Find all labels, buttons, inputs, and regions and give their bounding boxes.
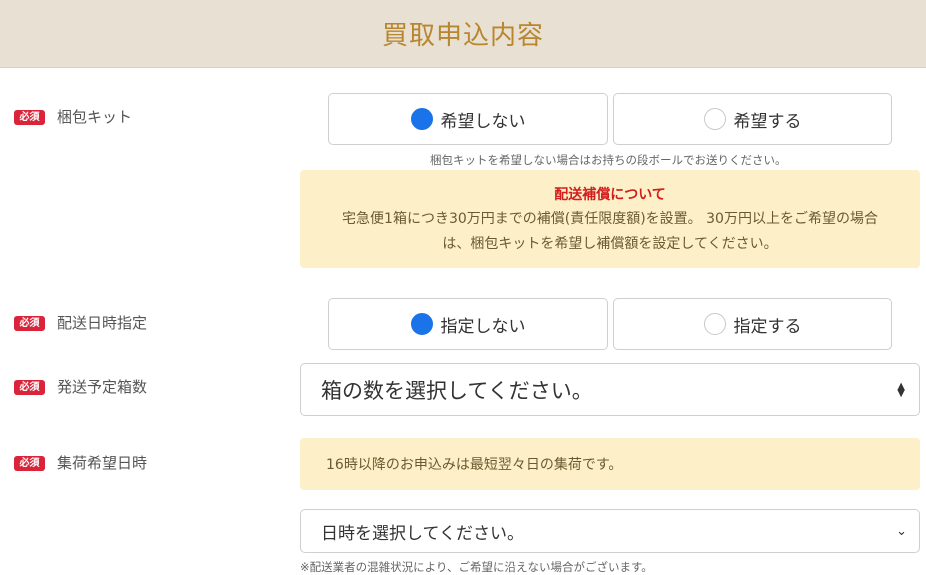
page-title: 買取申込内容 — [381, 21, 544, 51]
compensation-info-box: 配送補償について 宅急便1箱につき30万円までの補償(責任限度額)を設置。 30… — [300, 170, 920, 268]
radio-checked-icon — [410, 313, 433, 335]
pickup-info-text: 16時以降のお申込みは最短翌々日の集荷です。 — [326, 457, 623, 473]
delivery-date-label: 配送日時指定 — [57, 314, 148, 332]
kit-label: 梱包キット — [57, 108, 133, 126]
pickup-datetime-select-value: 日時を選択してください。 — [321, 523, 524, 544]
box-count-select[interactable]: 箱の数を選択してください。 ▲ ▼ — [300, 363, 920, 416]
compensation-title: 配送補償について — [554, 187, 666, 203]
kit-option-no[interactable]: 希望しない — [328, 93, 608, 145]
box-count-select-value: 箱の数を選択してください。 — [321, 378, 593, 403]
delivery-option-yes-label: 指定する — [733, 316, 802, 337]
compensation-line-2: は、梱包キットを希望し補償額を設定してください。 — [442, 236, 778, 252]
required-badge: 必須 — [14, 380, 45, 395]
compensation-line-1: 宅急便1箱につき30万円までの補償(責任限度額)を設置。 30万円以上をご希望の… — [342, 211, 878, 227]
pickup-datetime-select[interactable]: 日時を選択してください。 ⌄ — [300, 509, 920, 553]
radio-unchecked-icon — [703, 313, 726, 335]
pickup-info-box: 16時以降のお申込みは最短翌々日の集荷です。 — [300, 438, 920, 490]
chevron-down-icon: ⌄ — [896, 523, 907, 539]
page-header: 買取申込内容 — [0, 0, 926, 68]
delivery-option-no-label: 指定しない — [440, 316, 526, 337]
box-count-label: 発送予定箱数 — [57, 378, 148, 396]
pickup-note: ※配送業者の混雑状況により、ご希望に沿えない場合がございます。 — [300, 560, 653, 574]
required-badge: 必須 — [14, 316, 45, 331]
required-badge: 必須 — [14, 456, 45, 471]
radio-checked-icon — [410, 108, 433, 130]
kit-note: 梱包キットを希望しない場合はお持ちの段ボールでお送りください。 — [430, 153, 787, 167]
delivery-option-yes[interactable]: 指定する — [613, 298, 892, 350]
sort-arrows-icon: ▲ ▼ — [897, 380, 905, 399]
kit-option-yes[interactable]: 希望する — [613, 93, 892, 145]
required-badge: 必須 — [14, 110, 45, 125]
kit-option-no-label: 希望しない — [440, 111, 526, 132]
radio-unchecked-icon — [703, 108, 726, 130]
kit-option-yes-label: 希望する — [733, 111, 802, 132]
pickup-label: 集荷希望日時 — [57, 454, 148, 472]
delivery-option-no[interactable]: 指定しない — [328, 298, 608, 350]
